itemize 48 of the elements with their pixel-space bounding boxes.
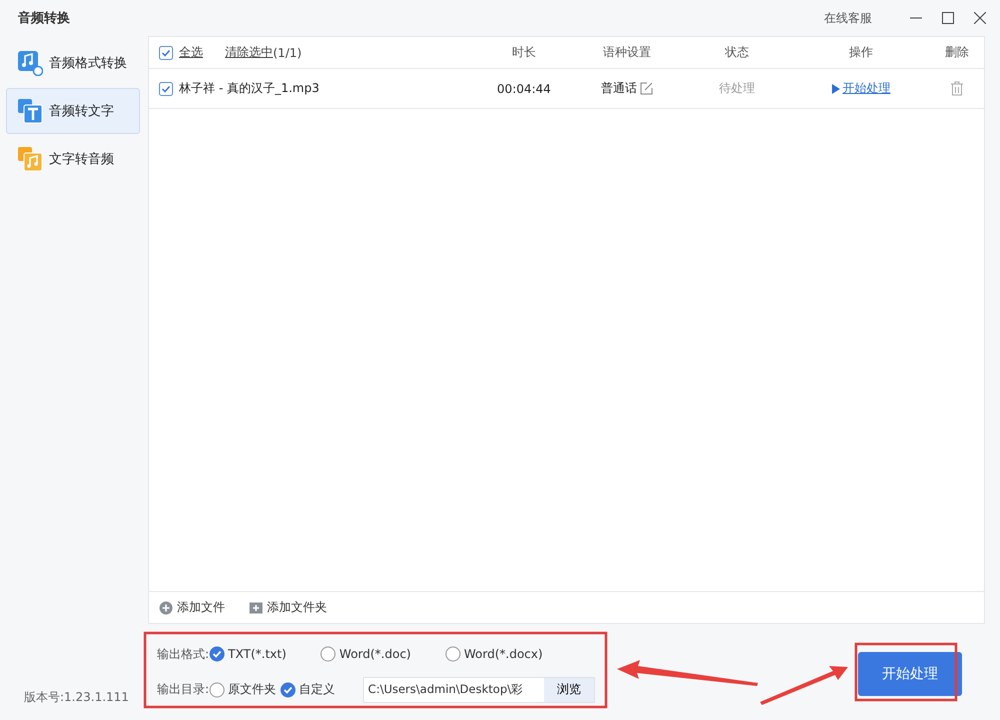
radio-button[interactable] (280, 682, 296, 698)
radio-label: 自定义 (299, 681, 336, 698)
column-header: 删除 (944, 44, 970, 61)
status-cell-text: 待处理 (718, 80, 756, 97)
radio-label: Word(*.docx) (464, 647, 543, 661)
language-cell: 普通话 (601, 80, 637, 97)
start-button[interactable]: 开始处理 (858, 652, 962, 696)
play-icon (832, 84, 840, 94)
select-all-link[interactable]: 全选 (179, 44, 203, 61)
radio-button[interactable] (209, 682, 226, 698)
music-note-icon (17, 146, 43, 172)
add-circle-icon (159, 600, 173, 614)
maximize-icon[interactable] (942, 12, 954, 24)
column-header: 时长 (511, 44, 537, 61)
start-process-link[interactable]: 开始处理 (842, 80, 890, 97)
clear-selection-link[interactable]: 清除选中 (225, 44, 273, 61)
sidebar-item[interactable]: 文字转音频 (6, 136, 140, 182)
radio-button[interactable] (209, 646, 226, 662)
path-field[interactable]: C:\Users\admin\Desktop\彩 浏览 (363, 676, 596, 702)
version-label: 版本号:1.23.1.111 (23, 689, 130, 706)
browse-button[interactable]: 浏览 (544, 678, 594, 702)
radio-button[interactable] (444, 646, 461, 662)
sidebar-item[interactable]: 音频格式转换 (6, 40, 140, 86)
column-header: 语种设置 (602, 44, 652, 61)
close-icon[interactable] (974, 12, 986, 24)
text-t-icon (17, 98, 43, 124)
window-title: 音频转换 (18, 10, 71, 27)
trash-icon[interactable] (950, 81, 964, 96)
row-checkbox[interactable] (159, 82, 173, 96)
duration-cell-text: 00:04:44 (496, 82, 552, 96)
music-note-icon (17, 50, 43, 76)
add-button[interactable]: 添加文件夹 (249, 599, 327, 616)
add-button[interactable]: 添加文件 (159, 599, 225, 616)
sidebar-item[interactable]: 音频转文字 (6, 88, 140, 134)
radio-label: 原文件夹 (228, 681, 276, 698)
select-all-checkbox[interactable] (159, 46, 173, 60)
output-dir-label: 输出目录: (157, 681, 210, 698)
output-format-label: 输出格式: (157, 646, 210, 662)
column-header: 状态 (724, 44, 750, 61)
add-folder-icon (249, 600, 263, 614)
column-header: 操作 (848, 44, 874, 61)
edit-icon[interactable] (640, 82, 653, 95)
selection-count: (1/1) (273, 46, 302, 60)
file-name: 林子祥 - 真的汉子_1.mp3 (179, 80, 320, 97)
radio-button[interactable] (320, 646, 336, 662)
online-service-link[interactable]: 在线客服 (824, 10, 872, 26)
radio-label: TXT(*.txt) (228, 647, 286, 661)
radio-label: Word(*.doc) (339, 647, 411, 661)
